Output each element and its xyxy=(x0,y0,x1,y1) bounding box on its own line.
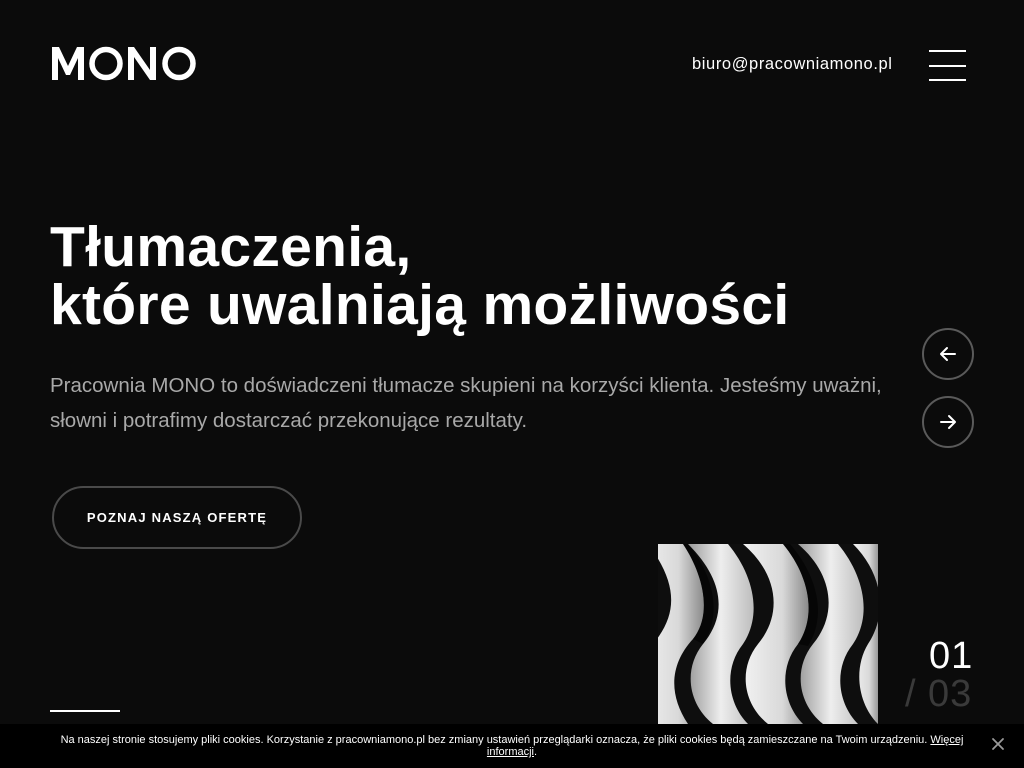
slider-next-button[interactable] xyxy=(922,396,974,448)
close-icon-glyph xyxy=(992,738,1004,750)
hero-title-line-2: które uwalniają możliwości xyxy=(50,273,790,337)
mono-logo-mark xyxy=(52,46,196,81)
slide-image xyxy=(658,544,878,724)
offer-button[interactable]: POZNAJ NASZĄ OFERTĘ xyxy=(52,486,302,549)
hero-title-line-1: Tłumaczenia, xyxy=(50,215,412,279)
hamburger-line xyxy=(929,65,966,67)
slider-prev-button[interactable] xyxy=(922,328,974,380)
abstract-ribbons-image xyxy=(658,544,878,724)
logo[interactable] xyxy=(50,44,198,82)
email-link[interactable]: biuro@pracowniamono.pl xyxy=(692,55,893,74)
arrow-left-icon xyxy=(940,347,956,361)
hero-title: Tłumaczenia, które uwalniają możliwości xyxy=(50,218,790,334)
slide-progress-line xyxy=(50,710,120,712)
cookie-text-suffix: . xyxy=(534,746,538,758)
cookie-bar: Na naszej stronie stosujemy pliki cookie… xyxy=(0,724,1024,768)
slide-counter-current: 01 xyxy=(929,635,974,677)
hamburger-icon[interactable] xyxy=(929,49,967,83)
cookie-text: Na naszej stronie stosujemy pliki cookie… xyxy=(60,734,928,746)
cookie-message: Na naszej stronie stosujemy pliki cookie… xyxy=(40,734,984,758)
hamburger-line xyxy=(929,50,966,52)
slide-counter-total: 03 xyxy=(928,673,973,715)
close-icon[interactable] xyxy=(990,736,1006,752)
arrow-right-icon xyxy=(940,415,956,429)
hero-description: Pracownia MONO to doświadczeni tłumacze … xyxy=(50,374,882,432)
hamburger-line xyxy=(929,79,966,81)
slide-counter-separator: / xyxy=(905,673,916,715)
